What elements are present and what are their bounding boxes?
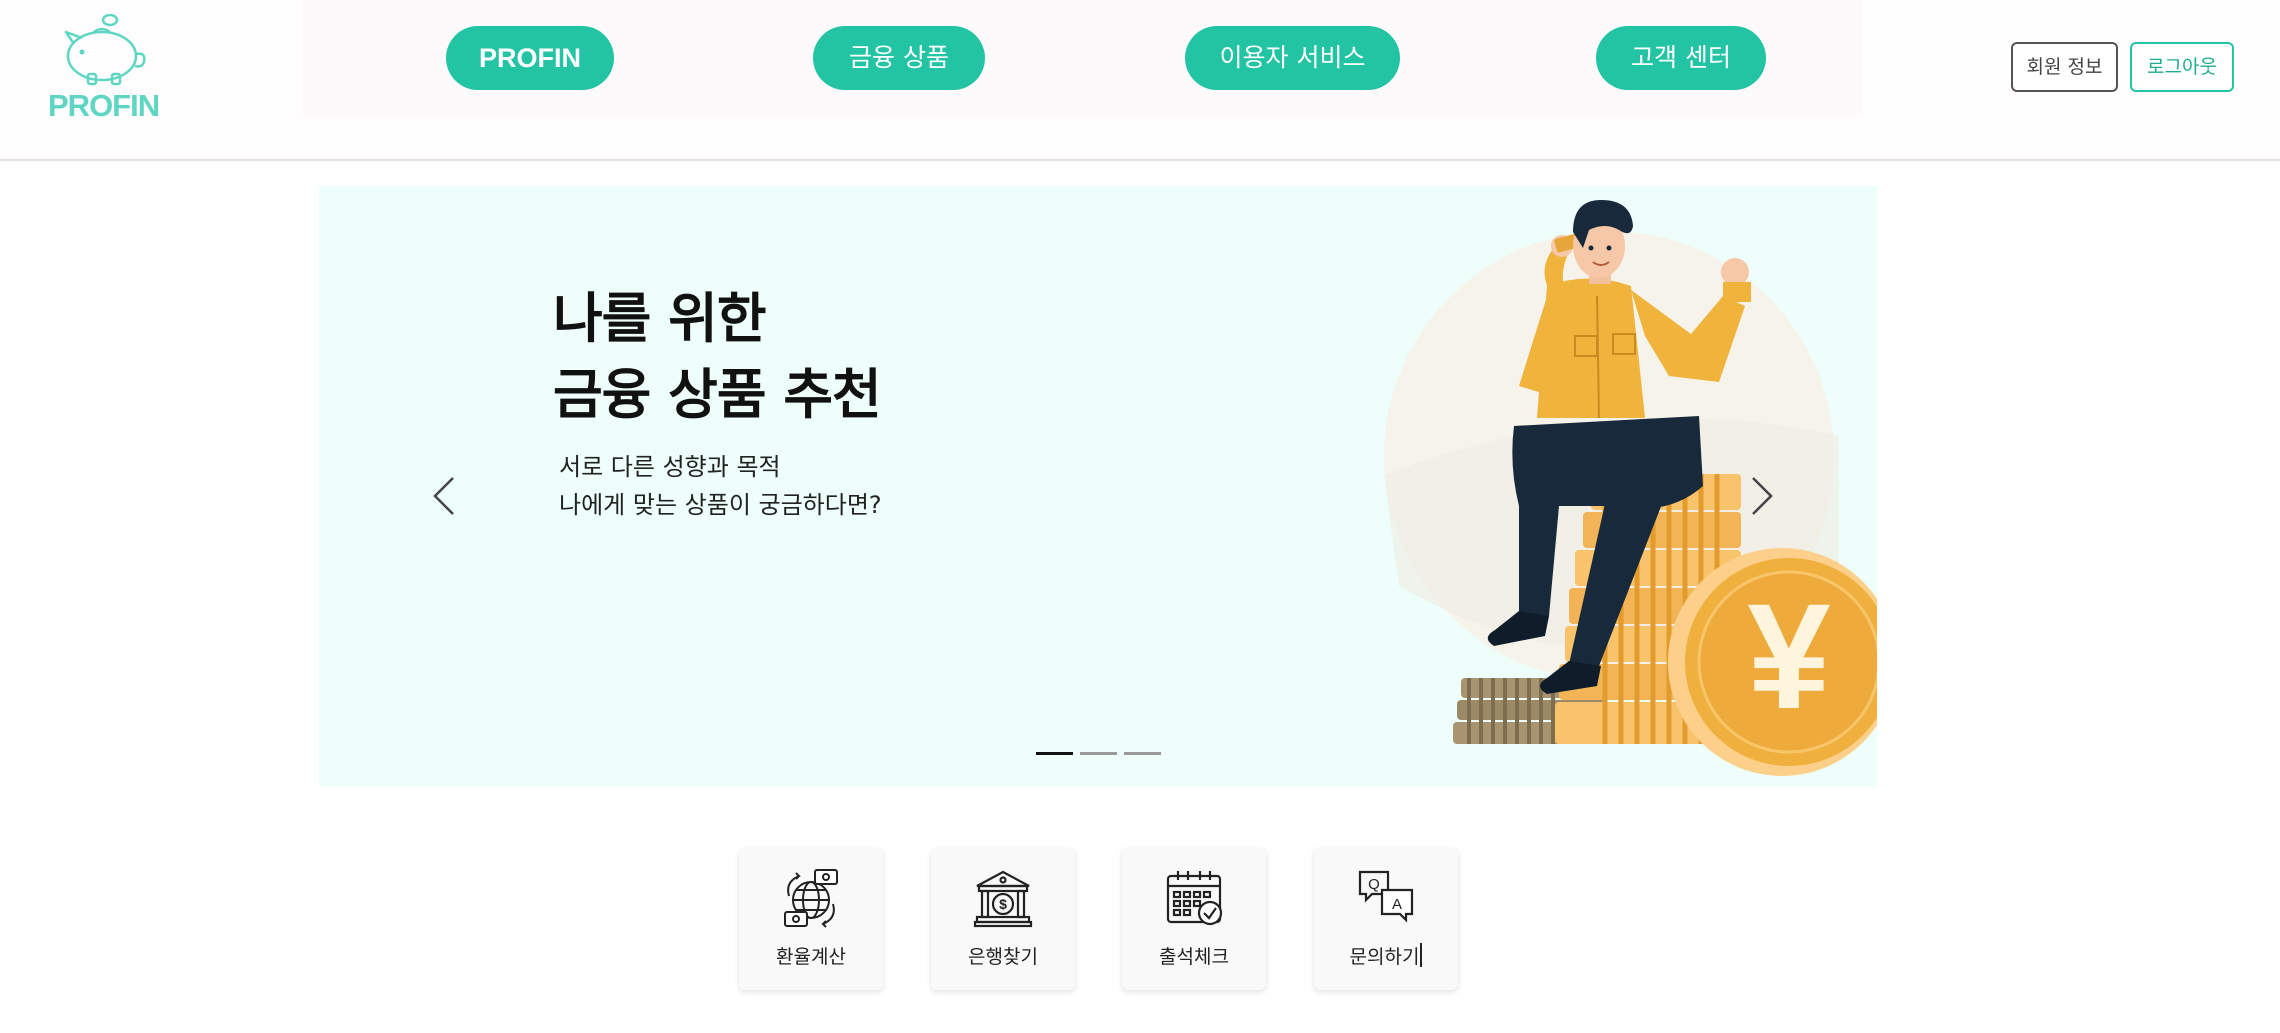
- nav-financial-products[interactable]: 금융 상품: [813, 26, 985, 90]
- currency-exchange-icon: [784, 869, 838, 928]
- promo-carousel: 나를 위한 금융 상품 추천 서로 다른 성향과 목적 나에게 맞는 상품이 궁…: [319, 186, 1877, 787]
- logo[interactable]: PROFIN: [48, 14, 160, 124]
- nav-customer-center[interactable]: 고객 센터: [1596, 26, 1766, 90]
- nav-profin[interactable]: PROFIN: [446, 26, 614, 90]
- banner-subtitle-line-2: 나에게 맞는 상품이 궁금하다면?: [559, 491, 882, 519]
- quick-menu-bank[interactable]: $ 은행찾기: [931, 848, 1075, 990]
- quick-menu-label: 문의하기: [1349, 946, 1420, 968]
- calendar-check-icon: [1166, 871, 1223, 926]
- main-nav: PROFIN 금융 상품 이용자 서비스 고객 센터: [302, 0, 1862, 116]
- svg-text:Q: Q: [1368, 876, 1380, 893]
- quick-menu-inquiry[interactable]: Q A 문의하기: [1314, 848, 1458, 990]
- yen-coin-symbol: ¥: [1747, 572, 1830, 740]
- carousel-indicator-1[interactable]: [1036, 752, 1073, 755]
- carousel-indicator-2[interactable]: [1080, 752, 1117, 755]
- carousel-indicator-3[interactable]: [1124, 752, 1161, 755]
- quick-menu-exchange[interactable]: 환율계산: [739, 848, 883, 990]
- quick-menu-attendance[interactable]: 출석체크: [1122, 848, 1266, 990]
- quick-menu-label: 은행찾기: [968, 946, 1038, 968]
- banner-title-line-1: 나를 위한: [553, 287, 767, 350]
- quick-menu-label-wrap: 문의하기: [1314, 942, 1458, 969]
- carousel-prev-arrow-icon[interactable]: [425, 466, 465, 526]
- banner-subtitle-line-1: 서로 다른 성향과 목적: [559, 453, 781, 481]
- qna-chat-icon: Q A: [1358, 870, 1414, 923]
- quick-menu-label: 환율계산: [776, 946, 846, 968]
- logo-text: PROFIN: [48, 88, 160, 123]
- man-on-coins-illustration: ¥: [1384, 200, 1877, 776]
- svg-text:$: $: [999, 896, 1007, 912]
- banner-title-line-2: 금융 상품 추천: [553, 363, 882, 426]
- banner-title: 나를 위한 금융 상품 추천: [553, 281, 882, 433]
- logout-button[interactable]: 로그아웃: [2130, 42, 2234, 92]
- quick-menu-label: 출석체크: [1159, 946, 1229, 968]
- text-cursor: [1420, 943, 1423, 967]
- nav-user-services[interactable]: 이용자 서비스: [1185, 26, 1400, 90]
- member-info-button[interactable]: 회원 정보: [2011, 42, 2118, 92]
- site-header: PROFIN PROFIN 금융 상품 이용자 서비스 고객 센터 회원 정보 …: [0, 0, 2280, 161]
- carousel-next-arrow-icon[interactable]: [1741, 466, 1781, 526]
- bank-icon: $: [973, 870, 1033, 928]
- piggy-bank-icon: [64, 14, 146, 86]
- svg-text:A: A: [1392, 896, 1402, 913]
- banner-subtitle: 서로 다른 성향과 목적 나에게 맞는 상품이 궁금하다면?: [559, 448, 882, 524]
